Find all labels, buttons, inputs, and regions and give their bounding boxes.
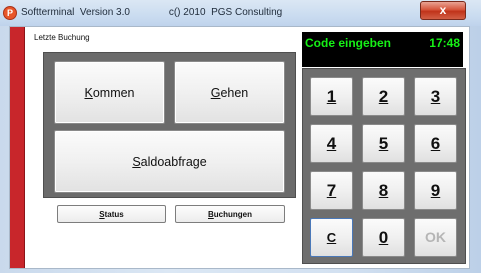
- key-clear[interactable]: C: [310, 218, 353, 257]
- saldoabfrage-label: aldoabfrage: [140, 154, 207, 169]
- close-button[interactable]: x: [420, 1, 466, 20]
- booking-button-panel: Kommen Gehen Saldoabfrage: [43, 52, 296, 198]
- status-label: tatus: [104, 209, 124, 219]
- key-1-label: 1: [326, 87, 337, 106]
- key-9[interactable]: 9: [414, 171, 457, 210]
- key-2[interactable]: 2: [362, 77, 405, 116]
- window-frame: P Softterminal Version 3.0 c() 2010 PGS …: [0, 0, 481, 273]
- buchungen-label: uchungen: [213, 209, 252, 219]
- key-5[interactable]: 5: [362, 124, 405, 163]
- key-4[interactable]: 4: [310, 124, 353, 163]
- kommen-label: ommen: [92, 85, 135, 100]
- key-ok-label: OK: [425, 229, 446, 245]
- gehen-mnemonic: G: [210, 85, 221, 100]
- accent-strip: [10, 27, 25, 268]
- clock-readout: 17:48: [429, 36, 460, 50]
- key-5-label: 5: [378, 134, 389, 153]
- window-title: Softterminal Version 3.0 c() 2010 PGS Co…: [21, 7, 283, 18]
- key-ok[interactable]: OK: [414, 218, 457, 257]
- key-7-label: 7: [326, 181, 337, 200]
- key-clear-label: C: [326, 230, 337, 245]
- key-3[interactable]: 3: [414, 77, 457, 116]
- gehen-label: ehen: [220, 85, 249, 100]
- key-0-label: 0: [378, 228, 389, 247]
- key-2-label: 2: [378, 87, 389, 106]
- key-3-label: 3: [430, 87, 441, 106]
- last-booking-label: Letzte Buchung: [34, 33, 90, 42]
- saldoabfrage-button[interactable]: Saldoabfrage: [54, 130, 285, 193]
- code-prompt: Code eingeben: [305, 36, 392, 50]
- client-area: Letzte Buchung Kommen Gehen Saldoabfrage…: [9, 26, 470, 269]
- code-display: Code eingeben 17:48: [302, 32, 463, 67]
- key-6-label: 6: [430, 134, 441, 153]
- kommen-button[interactable]: Kommen: [54, 61, 165, 124]
- gehen-button[interactable]: Gehen: [174, 61, 285, 124]
- key-8-label: 8: [378, 181, 389, 200]
- key-4-label: 4: [326, 134, 337, 153]
- key-6[interactable]: 6: [414, 124, 457, 163]
- app-icon: P: [3, 6, 17, 20]
- title-bar[interactable]: P Softterminal Version 3.0 c() 2010 PGS …: [0, 0, 481, 26]
- key-0[interactable]: 0: [362, 218, 405, 257]
- kommen-mnemonic: K: [84, 85, 93, 100]
- key-9-label: 9: [430, 181, 441, 200]
- key-8[interactable]: 8: [362, 171, 405, 210]
- buchungen-button[interactable]: Buchungen: [175, 205, 285, 223]
- numeric-keypad: 1 2 3 4 5 6 7 8 9 C 0 OK: [302, 68, 466, 264]
- saldoabfrage-mnemonic: S: [132, 154, 141, 169]
- key-1[interactable]: 1: [310, 77, 353, 116]
- key-7[interactable]: 7: [310, 171, 353, 210]
- status-button[interactable]: Status: [57, 205, 166, 223]
